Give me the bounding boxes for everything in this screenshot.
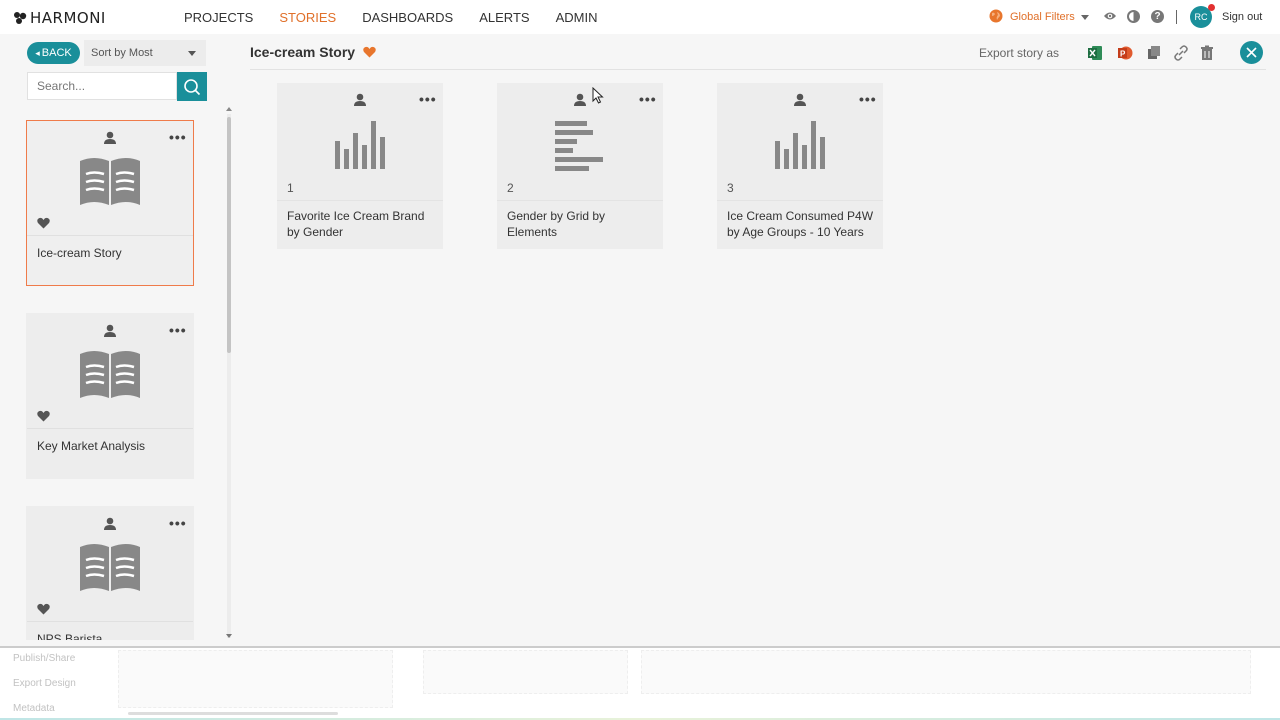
person-icon — [574, 93, 586, 106]
sort-dropdown-value: Sort by Most — [91, 47, 153, 59]
global-filters-label: Global Filters — [1010, 11, 1075, 23]
card-divider — [717, 200, 883, 201]
sort-dropdown[interactable]: Sort by Most — [84, 40, 206, 66]
card-divider — [277, 200, 443, 201]
back-button[interactable]: ◂ BACK — [27, 42, 80, 64]
slide-number: 1 — [287, 181, 294, 195]
horizontal-scrollbar[interactable] — [128, 712, 338, 715]
ghost-panel — [423, 650, 628, 694]
scroll-thumb[interactable] — [227, 117, 231, 353]
nav-stories[interactable]: STORIES — [279, 10, 336, 25]
sidebar-scrollbar[interactable] — [225, 107, 233, 642]
story-card-ice-cream[interactable]: ••• Ice-cream Story — [26, 120, 194, 286]
card-divider — [27, 235, 193, 236]
heart-icon[interactable] — [37, 603, 50, 615]
more-options-icon[interactable]: ••• — [419, 92, 437, 106]
slide-card-3[interactable]: ••• 3 Ice Cream Consumed P4W by Age Grou… — [717, 83, 883, 249]
story-card-title: NPS Barista — [37, 632, 103, 640]
copy-icon[interactable] — [1146, 45, 1162, 61]
brand-logo[interactable]: HARMONI — [13, 9, 106, 27]
toolbar-divider — [1176, 10, 1177, 24]
heart-icon[interactable] — [37, 410, 50, 422]
slide-title: Favorite Ice Cream Brand by Gender — [287, 209, 425, 239]
nav-alerts[interactable]: ALERTS — [479, 10, 529, 25]
background-panel: Publish/Share Export Design Metadata — [0, 650, 1280, 720]
story-title-text: Ice-cream Story — [250, 44, 356, 60]
more-options-icon[interactable]: ••• — [169, 130, 187, 144]
ghost-panel — [118, 650, 393, 708]
brand-name: HARMONI — [30, 9, 106, 27]
card-divider — [27, 428, 193, 429]
close-button[interactable] — [1240, 41, 1263, 64]
story-card-title: Key Market Analysis — [37, 439, 146, 453]
sign-out-link[interactable]: Sign out — [1222, 11, 1262, 23]
person-icon — [354, 93, 366, 106]
person-icon — [104, 324, 116, 337]
scroll-up-arrow[interactable] — [226, 107, 232, 111]
slide-title: Gender by Grid by Elements — [507, 209, 606, 239]
story-card-nps-barista[interactable]: ••• NPS Barista — [26, 506, 194, 640]
search-icon — [184, 78, 201, 95]
nav-projects[interactable]: PROJECTS — [184, 10, 253, 25]
contrast-icon[interactable] — [1127, 10, 1140, 23]
card-divider — [497, 200, 663, 201]
slide-number: 2 — [507, 181, 514, 195]
story-title: Ice-cream Story — [250, 44, 376, 60]
nav-dashboards[interactable]: DASHBOARDS — [362, 10, 453, 25]
top-navigation-bar: HARMONI PROJECTS STORIES DASHBOARDS ALER… — [0, 0, 1280, 34]
person-icon — [104, 131, 116, 144]
ghost-panel — [641, 650, 1251, 694]
menu-export-design[interactable]: Export Design — [13, 678, 76, 689]
chevron-down-icon — [1080, 14, 1089, 20]
favorite-heart-icon[interactable] — [363, 46, 376, 58]
scroll-down-arrow[interactable] — [226, 634, 232, 638]
story-list: ••• Ice-cream Story ••• Key Market Analy… — [26, 120, 194, 640]
svg-text:P: P — [1120, 50, 1126, 59]
more-options-icon[interactable]: ••• — [169, 516, 187, 530]
menu-metadata[interactable]: Metadata — [13, 703, 55, 714]
excel-export-icon[interactable] — [1087, 45, 1103, 61]
heart-icon[interactable] — [37, 217, 50, 229]
card-divider — [27, 621, 193, 622]
slide-card-2[interactable]: ••• 2 Gender by Grid by Elements — [497, 83, 663, 249]
main-nav: PROJECTS STORIES DASHBOARDS ALERTS ADMIN — [184, 10, 623, 25]
slide-title: Ice Cream Consumed P4W by Age Groups - 1… — [727, 209, 874, 239]
link-icon[interactable] — [1173, 45, 1189, 61]
close-icon — [1246, 47, 1257, 58]
chevron-down-icon — [188, 51, 196, 56]
export-story-label: Export story as — [979, 46, 1060, 60]
nav-admin[interactable]: ADMIN — [556, 10, 598, 25]
notification-dot — [1208, 4, 1215, 11]
header-divider — [250, 69, 1266, 70]
vertical-bars-icon — [775, 121, 825, 169]
back-button-label: BACK — [41, 47, 72, 59]
more-options-icon[interactable]: ••• — [639, 92, 657, 106]
more-options-icon[interactable]: ••• — [859, 92, 877, 106]
globe-icon[interactable] — [989, 9, 1003, 23]
trash-icon[interactable] — [1199, 45, 1215, 61]
person-icon — [104, 517, 116, 530]
book-icon — [80, 544, 140, 591]
vertical-bars-icon — [335, 121, 385, 169]
horizontal-bars-icon — [555, 121, 603, 171]
eye-icon[interactable] — [1103, 10, 1117, 22]
logo-mark-icon — [14, 12, 27, 24]
global-filters-dropdown[interactable]: Global Filters — [1010, 11, 1089, 23]
book-icon — [80, 351, 140, 398]
story-card-key-market[interactable]: ••• Key Market Analysis — [26, 313, 194, 479]
more-options-icon[interactable]: ••• — [169, 323, 187, 337]
mouse-cursor-icon — [592, 87, 604, 104]
powerpoint-export-icon[interactable]: P — [1117, 45, 1133, 61]
book-icon — [80, 158, 140, 205]
main-workspace: ◂ BACK Sort by Most ••• — [0, 34, 1280, 648]
slide-card-1[interactable]: ••• 1 Favorite Ice Cream Brand by Gender — [277, 83, 443, 249]
search-button[interactable] — [177, 72, 207, 101]
chevron-left-icon: ◂ — [35, 47, 40, 58]
person-icon — [794, 93, 806, 106]
story-card-title: Ice-cream Story — [37, 246, 122, 260]
slide-number: 3 — [727, 181, 734, 195]
help-icon[interactable]: ? — [1151, 10, 1164, 23]
menu-publish-share[interactable]: Publish/Share — [13, 653, 75, 664]
search-input[interactable] — [27, 72, 177, 100]
